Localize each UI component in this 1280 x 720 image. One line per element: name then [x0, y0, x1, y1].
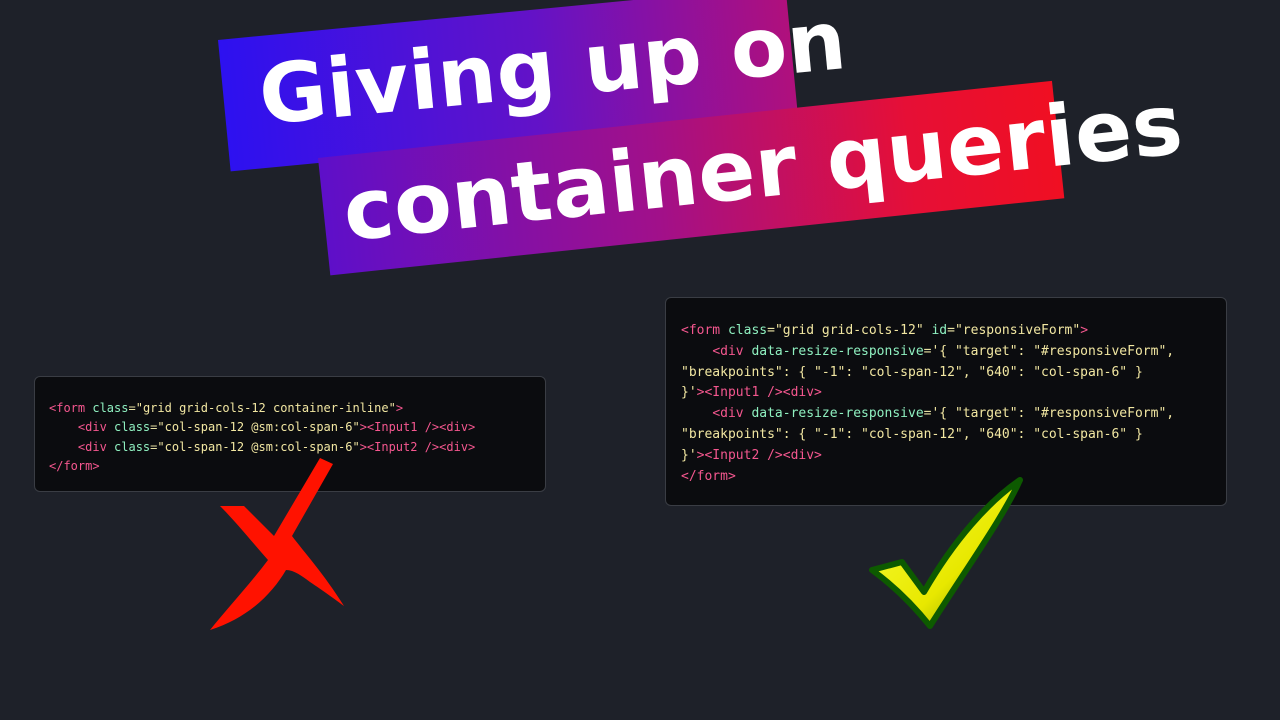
- code-token: class: [727, 323, 768, 338]
- code-token: '{ "target": "#responsiveForm",: [931, 406, 1175, 422]
- code-token: <div: [712, 343, 752, 359]
- code-token: class: [114, 420, 151, 435]
- code-line: <div data-resize-responsive='{ "target":…: [681, 404, 1226, 425]
- code-token: "col-span-12 @sm:col-span-6": [157, 420, 360, 435]
- code-line: <div class="col-span-12 @sm:col-span-6">…: [49, 418, 545, 437]
- code-line: <div data-resize-responsive='{ "target":…: [681, 342, 1226, 363]
- code-token: "breakpoints": { "-1": "col-span-12", "6…: [681, 364, 1143, 380]
- code-token: }': [681, 447, 697, 463]
- code-token: data-resize-responsive: [751, 406, 924, 422]
- code-token: >: [1080, 323, 1089, 338]
- code-line: <form class="grid grid-cols-12" id="resp…: [681, 321, 1226, 342]
- code-token: class: [114, 439, 151, 454]
- code-token: "breakpoints": { "-1": "col-span-12", "6…: [681, 426, 1143, 442]
- code-token: ><Input1 /><div>: [359, 420, 476, 435]
- code-token: '{ "target": "#responsiveForm",: [931, 343, 1175, 359]
- code-token: "responsiveForm": [954, 323, 1081, 338]
- code-token: "grid grid-cols-12 container-inline": [135, 401, 396, 415]
- code-token: </form>: [681, 468, 736, 484]
- code-token: <div: [77, 420, 115, 435]
- code-token: ><Input2 /><div>: [696, 447, 822, 463]
- code-token: <form: [49, 401, 93, 415]
- code-token: <div: [77, 439, 115, 454]
- code-token: =: [128, 401, 136, 415]
- code-block: <form class="grid grid-cols-12" id="resp…: [681, 321, 1226, 487]
- code-token: =: [947, 323, 955, 338]
- code-line: <form class="grid grid-cols-12 container…: [49, 399, 545, 418]
- code-token: id: [931, 323, 948, 338]
- code-token: =: [767, 323, 775, 338]
- code-line: }'><Input2 /><div>: [681, 446, 1226, 467]
- code-line: "breakpoints": { "-1": "col-span-12", "6…: [681, 363, 1226, 384]
- code-token: </form>: [49, 458, 100, 473]
- code-token: <div: [712, 406, 752, 422]
- yellow-checkmark-icon: [869, 477, 1023, 629]
- code-line: }'><Input1 /><div>: [681, 383, 1226, 404]
- code-token: data-resize-responsive: [751, 343, 924, 359]
- code-token: }': [681, 385, 697, 401]
- code-token: <form: [681, 323, 728, 338]
- code-token: >: [395, 401, 404, 415]
- code-line: "breakpoints": { "-1": "col-span-12", "6…: [681, 425, 1226, 446]
- code-token: class: [92, 401, 129, 415]
- code-token: ><Input2 /><div>: [359, 439, 476, 454]
- code-token: "grid grid-cols-12": [774, 323, 924, 338]
- code-token: ><Input1 /><div>: [696, 385, 822, 401]
- red-cross-icon: [210, 458, 344, 630]
